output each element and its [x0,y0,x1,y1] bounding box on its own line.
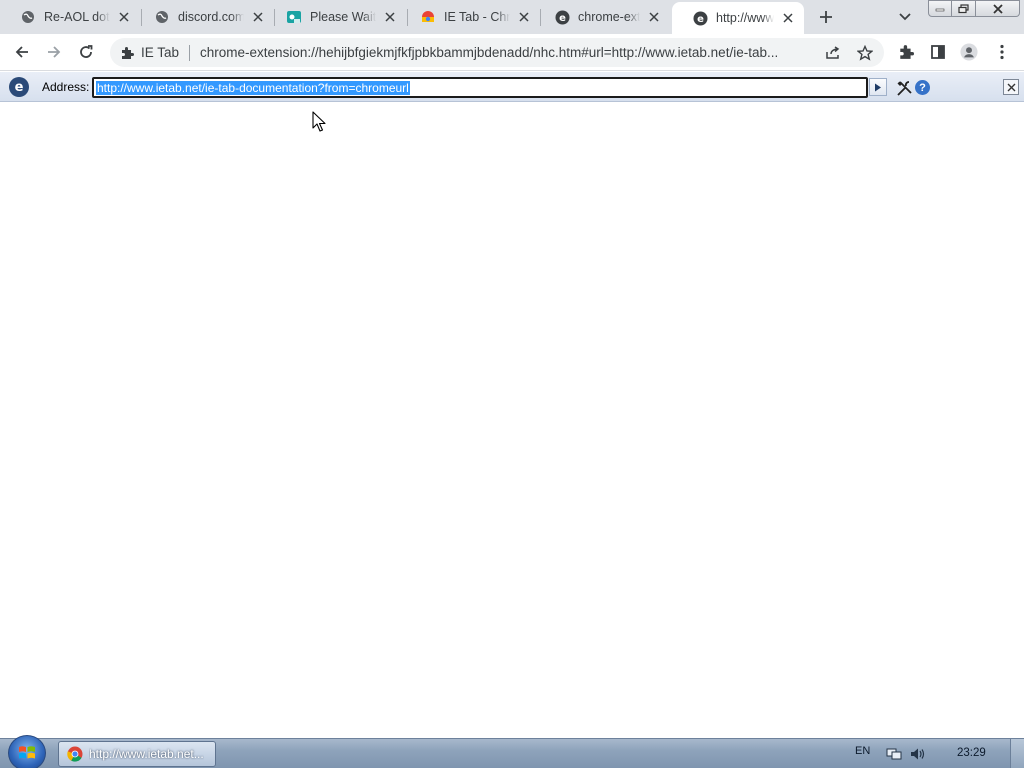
puzzle-icon [900,45,914,59]
tab-search-button[interactable] [896,8,914,26]
browser-toolbar: IE Tab chrome-extension://hehijbfgiekmjf… [0,34,1024,71]
tab-title: Please Wait... [310,10,376,24]
language-indicator[interactable]: EN [855,745,870,757]
show-desktop-button[interactable] [1010,739,1024,768]
tab-title: Re-AOL dot [44,10,110,24]
menu-button[interactable] [993,43,1011,61]
taskbar-window-title: http://www.ietab.net... [89,747,204,761]
address-label: Address: [42,80,90,94]
omnibox-extension-chip[interactable]: IE Tab [110,44,200,61]
reload-button[interactable] [76,42,96,62]
share-button[interactable] [824,44,842,62]
window-close-button[interactable] [976,0,1020,17]
tab-ietab-active[interactable]: e http://www.ietab [672,2,804,34]
profile-button[interactable] [960,43,978,61]
address-value: http://www.ietab.net/ie-tab-documentatio… [96,80,410,95]
start-button[interactable] [8,735,46,768]
restore-icon [957,3,969,13]
close-icon [1007,83,1015,91]
loading-icon [286,9,302,25]
new-tab-button[interactable] [816,7,836,27]
volume-icon[interactable] [910,746,926,762]
ietab-address-input[interactable]: http://www.ietab.net/ie-tab-documentatio… [92,77,868,98]
omnibox-url[interactable]: chrome-extension://hehijbfgiekmjfkfjpbkb… [200,45,820,60]
page-content[interactable] [0,103,1024,738]
extension-name: IE Tab [141,45,180,60]
omnibox[interactable]: IE Tab chrome-extension://hehijbfgiekmjf… [110,38,884,67]
close-icon [992,3,1003,14]
go-button[interactable] [869,78,887,96]
puzzle-icon [122,46,134,59]
bookmark-button[interactable] [856,44,874,62]
close-icon[interactable] [116,9,132,25]
tab-re-aol[interactable]: Re-AOL dot [0,0,140,34]
close-icon[interactable] [250,9,266,25]
tab-title: discord.com [178,10,244,24]
tab-ie-tab-webstore[interactable]: IE Tab - Chrome [400,0,540,34]
tab-title: IE Tab - Chrome [444,10,510,24]
tab-strip: Re-AOL dot discord.com Please Wait... IE… [0,0,1024,34]
ietab-toolbar: e Address: http://www.ietab.net/ie-tab-d… [0,72,1024,102]
windows-logo-icon [19,746,35,759]
chevron-down-icon [899,13,911,21]
ie-icon: e [692,10,708,26]
ietab-close-button[interactable] [1003,79,1019,95]
tab-chrome-extension[interactable]: e chrome-extension [534,0,670,34]
ie-icon: e [554,9,570,25]
svg-text:e: e [559,13,566,24]
chrome-webstore-icon [420,9,436,25]
system-clock[interactable]: 23:29 [957,747,986,759]
ietab-options-button[interactable] [895,79,913,97]
arrow-right-icon [48,46,61,58]
plus-icon [820,11,832,23]
minimize-icon [935,8,945,11]
globe-icon [154,9,170,25]
close-icon[interactable] [780,10,796,26]
network-icon[interactable] [886,746,902,762]
star-icon [857,45,873,61]
taskbar: http://www.ietab.net... EN 23:29 [0,735,1024,768]
forward-button[interactable] [44,42,64,62]
chrome-icon [67,746,83,762]
ie-logo-icon: e [9,77,29,97]
reload-icon [80,45,93,58]
close-icon[interactable] [382,9,398,25]
close-icon[interactable] [516,9,532,25]
svg-text:e: e [697,14,704,25]
close-icon[interactable] [646,9,662,25]
side-panel-icon [931,45,945,59]
kebab-menu-icon [1000,44,1004,60]
side-panel-button[interactable] [929,43,947,61]
tab-title: chrome-extension [578,10,640,24]
tools-icon [896,80,912,96]
omnibox-separator [189,44,191,61]
avatar-icon [960,43,978,61]
tab-title: http://www.ietab [716,11,774,25]
tab-please-wait[interactable]: Please Wait... [266,0,406,34]
restore-button[interactable] [952,0,976,17]
window-controls [928,0,1020,18]
globe-icon [20,9,36,25]
arrow-left-icon [15,46,28,58]
share-icon [826,46,840,59]
minimize-button[interactable] [928,0,952,17]
back-button[interactable] [12,42,32,62]
tab-discord[interactable]: discord.com [134,0,274,34]
extensions-button[interactable] [897,43,915,61]
play-arrow-icon [875,83,881,91]
help-icon[interactable]: ? [915,80,930,95]
taskbar-chrome-window[interactable]: http://www.ietab.net... [58,741,216,767]
mouse-cursor-icon [312,111,326,132]
